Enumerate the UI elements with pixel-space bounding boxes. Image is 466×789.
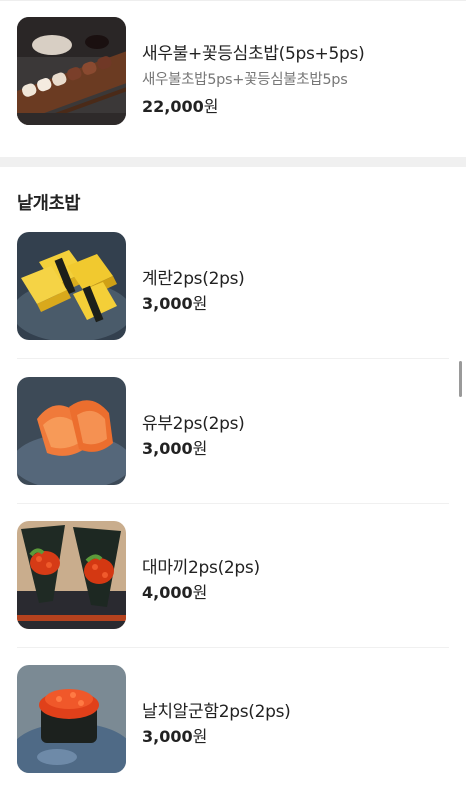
price-value: 3,000 <box>142 294 193 313</box>
price-value: 3,000 <box>142 439 193 458</box>
menu-item-price: 22,000원 <box>142 93 218 117</box>
menu-item-name: 유부2ps(2ps) <box>142 414 245 434</box>
menu-item-price: 3,000원 <box>142 723 207 747</box>
price-value: 3,000 <box>142 727 193 746</box>
menu-item-combo[interactable]: 새우불+꽃등심초밥(5ps+5ps) 새우불초밥5ps+꽃등심불초밥5ps 22… <box>0 17 466 125</box>
menu-item-image <box>17 17 126 125</box>
menu-item-name: 계란2ps(2ps) <box>142 269 245 289</box>
price-value: 22,000 <box>142 97 204 116</box>
price-currency: 원 <box>192 583 208 602</box>
menu-item-name: 새우불+꽃등심초밥(5ps+5ps) <box>142 44 365 64</box>
menu-item-image <box>17 232 126 340</box>
price-currency: 원 <box>192 294 208 313</box>
row-divider <box>17 647 449 648</box>
row-divider <box>17 503 449 504</box>
menu-item-image <box>17 665 126 773</box>
price-value: 4,000 <box>142 583 193 602</box>
menu-item-egg[interactable]: 계란2ps(2ps) 3,000원 <box>0 232 466 340</box>
row-divider <box>17 358 449 359</box>
price-currency: 원 <box>192 727 208 746</box>
menu-item-image <box>17 521 126 629</box>
menu-item-description: 새우불초밥5ps+꽃등심불초밥5ps <box>142 72 348 88</box>
menu-item-handroll[interactable]: 대마끼2ps(2ps) 4,000원 <box>0 521 466 629</box>
menu-item-tobiko[interactable]: 날치알군함2ps(2ps) 3,000원 <box>0 665 466 773</box>
scrollbar-thumb[interactable] <box>459 361 462 397</box>
menu-item-name: 날치알군함2ps(2ps) <box>142 702 291 722</box>
price-currency: 원 <box>192 439 208 458</box>
price-currency: 원 <box>203 97 219 116</box>
menu-item-name: 대마끼2ps(2ps) <box>142 558 260 578</box>
menu-item-tofu[interactable]: 유부2ps(2ps) 3,000원 <box>0 377 466 485</box>
menu-item-price: 3,000원 <box>142 290 207 314</box>
menu-item-image <box>17 377 126 485</box>
section-title: 낱개초밥 <box>17 194 81 214</box>
section-separator <box>0 157 466 167</box>
menu-item-price: 4,000원 <box>142 579 207 603</box>
top-divider <box>0 0 466 1</box>
menu-item-price: 3,000원 <box>142 435 207 459</box>
